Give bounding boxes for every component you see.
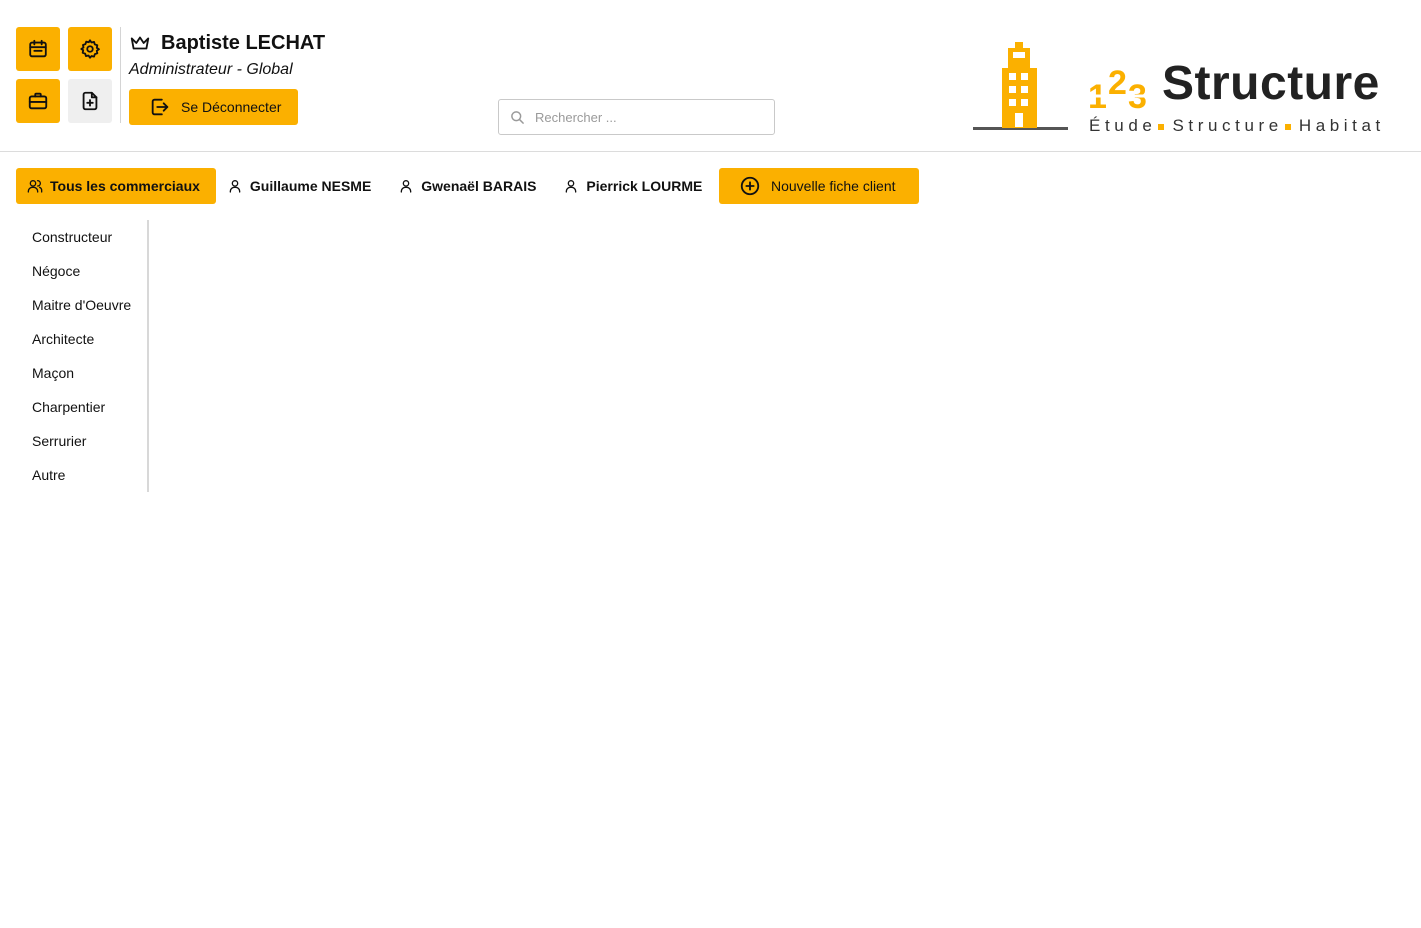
user-info: Baptiste LECHAT Administrateur - Global: [129, 30, 325, 79]
sidebar-item-maitre-oeuvre[interactable]: Maitre d'Oeuvre: [16, 288, 147, 322]
logout-button[interactable]: Se Déconnecter: [129, 89, 298, 125]
sales-tabs: Tous les commerciaux Guillaume NESME Gwe…: [16, 168, 718, 204]
logout-icon: [151, 98, 169, 116]
logout-label: Se Déconnecter: [181, 99, 282, 115]
search-input[interactable]: [535, 109, 755, 125]
sidebar-item-negoce[interactable]: Négoce: [16, 254, 147, 288]
gear-icon: [80, 39, 100, 59]
calendar-button[interactable]: [16, 27, 60, 71]
tagline-separator: [1284, 124, 1291, 130]
tab-label: Guillaume NESME: [249, 178, 372, 194]
sidebar-item-architecte[interactable]: Architecte: [16, 322, 147, 356]
sidebar-item-autre[interactable]: Autre: [16, 458, 147, 492]
tab-gwenael-barais[interactable]: Gwenaël BARAIS: [387, 168, 552, 204]
new-client-button[interactable]: Nouvelle fiche client: [719, 168, 919, 204]
search-icon: [511, 110, 524, 124]
logo-tagline-word: Structure: [1172, 116, 1283, 135]
user-icon: [229, 180, 241, 193]
sidebar-item-macon[interactable]: Maçon: [16, 356, 147, 390]
header: Baptiste LECHAT Administrateur - Global …: [0, 0, 1421, 152]
user-icon: [400, 180, 412, 193]
header-divider: [120, 27, 121, 123]
new-client-label: Nouvelle fiche client: [771, 178, 896, 194]
user-name: Baptiste LECHAT: [161, 31, 326, 54]
calendar-icon: [29, 39, 47, 58]
tagline-separator: [1158, 124, 1165, 130]
logo-brand-text: Structure: [1162, 57, 1380, 110]
sidebar-item-constructeur[interactable]: Constructeur: [16, 220, 147, 254]
user-icon: [566, 180, 577, 193]
users-icon: [27, 180, 43, 193]
crown-icon: [130, 36, 150, 50]
sidebar-item-charpentier[interactable]: Charpentier: [16, 390, 147, 424]
user-role: Administrateur - Global: [129, 61, 293, 78]
tab-pierrick-lourme[interactable]: Pierrick LOURME: [552, 168, 718, 204]
category-sidebar: Constructeur Négoce Maitre d'Oeuvre Arch…: [16, 220, 149, 492]
briefcase-icon: [28, 92, 48, 110]
logo-tagline: Étude Structure Habitat: [1089, 116, 1399, 136]
tab-all-sales[interactable]: Tous les commerciaux: [16, 168, 216, 204]
new-document-button[interactable]: [68, 79, 112, 123]
tab-guillaume-nesme[interactable]: Guillaume NESME: [216, 168, 387, 204]
tab-label: Tous les commerciaux: [50, 178, 200, 194]
tab-label: Pierrick LOURME: [586, 178, 703, 194]
sidebar-item-serrurier[interactable]: Serrurier: [16, 424, 147, 458]
logo-tagline-word: Habitat: [1298, 116, 1385, 135]
settings-button[interactable]: [68, 27, 112, 71]
tab-label: Gwenaël BARAIS: [421, 178, 537, 194]
plus-circle-icon: [740, 176, 760, 196]
search-box[interactable]: [498, 99, 775, 135]
briefcase-button[interactable]: [16, 79, 60, 123]
file-plus-icon: [82, 91, 98, 111]
logo-tagline-word: Étude: [1089, 116, 1157, 135]
